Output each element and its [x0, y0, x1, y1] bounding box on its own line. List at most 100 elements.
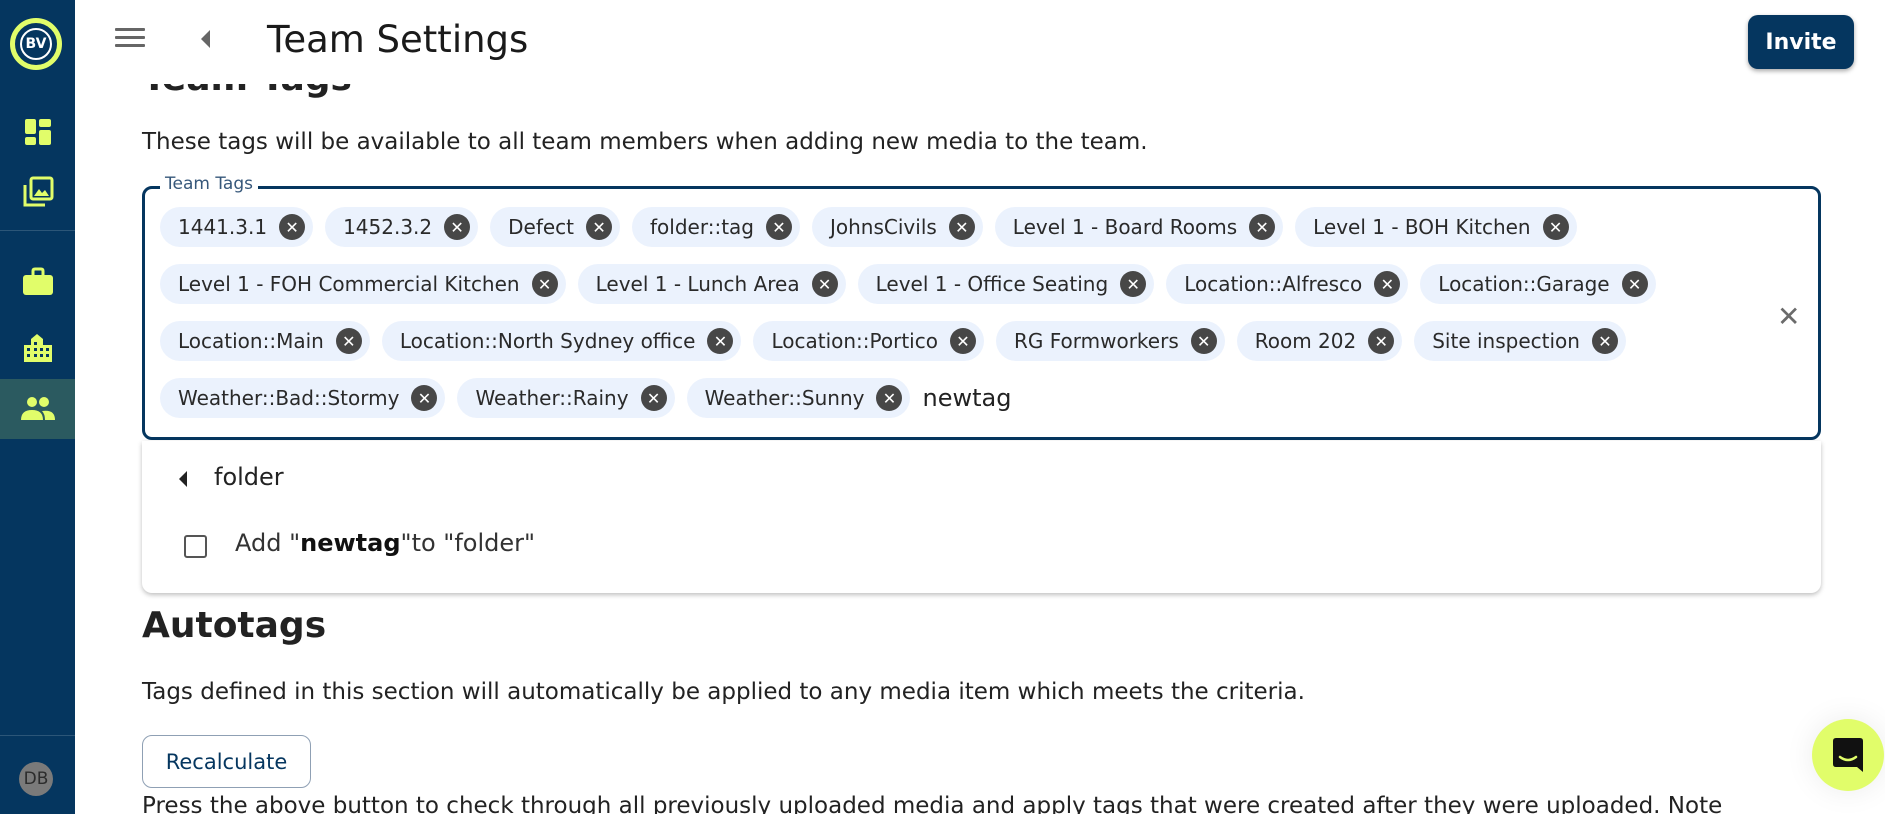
back-arrow-icon[interactable]	[201, 30, 210, 48]
user-avatar[interactable]: DB	[19, 762, 53, 796]
tag-chip-label: Level 1 - Office Seating	[875, 272, 1109, 296]
remove-tag-icon[interactable]: ✕	[876, 385, 903, 411]
tag-chip-label: Location::Portico	[771, 329, 938, 353]
hamburger-menu-icon[interactable]	[115, 28, 145, 54]
remove-tag-icon[interactable]: ✕	[1374, 271, 1401, 297]
remove-tag-icon[interactable]: ✕	[1120, 271, 1147, 297]
tag-chip-list: 1441.3.1 ✕ 1452.3.2 ✕ Defect ✕ folder::tag ✕ Joh…	[160, 207, 1740, 418]
tag-chip-label: Location::Garage	[1438, 272, 1610, 296]
add-to-folder-checkbox[interactable]	[184, 535, 207, 558]
team-tags-field-label: Team Tags	[160, 174, 258, 194]
tag-chip[interactable]: Weather::Bad::Stormy ✕	[160, 378, 446, 418]
tag-chip[interactable]: Level 1 - BOH Kitchen ✕	[1295, 207, 1577, 247]
top-bar: Team Settings Invite	[75, 0, 1885, 84]
remove-tag-icon[interactable]: ✕	[531, 271, 558, 297]
sidebar-item-organisation[interactable]	[0, 318, 75, 378]
remove-tag-icon[interactable]: ✕	[1621, 271, 1648, 297]
tag-chip-label: Room 202	[1254, 329, 1357, 353]
tag-chip[interactable]: Level 1 - FOH Commercial Kitchen ✕	[160, 264, 566, 304]
remove-tag-icon[interactable]: ✕	[444, 214, 471, 240]
tag-chip[interactable]: Location::Portico ✕	[753, 321, 984, 361]
sidebar-item-media[interactable]	[0, 162, 75, 222]
tag-chip[interactable]: Room 202 ✕	[1236, 321, 1403, 361]
tag-chip[interactable]: Level 1 - Lunch Area ✕	[577, 264, 846, 304]
tag-chip-label: Location::Main	[178, 329, 324, 353]
tag-chip[interactable]: 1452.3.2 ✕	[325, 207, 479, 247]
recalculate-button[interactable]: Recalculate	[142, 735, 311, 788]
remove-tag-icon[interactable]: ✕	[1542, 214, 1569, 240]
tag-chip[interactable]: 1441.3.1 ✕	[160, 207, 314, 247]
tag-chip-label: Site inspection	[1432, 329, 1580, 353]
clear-field-icon[interactable]: ✕	[1777, 300, 1800, 333]
sidebar-item-team[interactable]	[0, 379, 75, 439]
tag-chip-label: 1452.3.2	[343, 215, 433, 239]
add-tag-name: newtag	[300, 529, 401, 557]
sidebar: BV DB	[0, 0, 75, 814]
media-gallery-icon	[23, 176, 53, 207]
tag-chip-label: JohnsCivils	[830, 215, 937, 239]
add-to-folder-option[interactable]: Add "newtag"to "folder"	[235, 529, 535, 557]
folder-name[interactable]: folder	[214, 463, 284, 491]
tag-chip-label: RG Formworkers	[1013, 329, 1179, 353]
tag-chip-label: Weather::Rainy	[475, 386, 629, 410]
remove-tag-icon[interactable]: ✕	[949, 328, 976, 354]
tag-chip[interactable]: Defect ✕	[490, 207, 621, 247]
tag-chip[interactable]: Weather::Sunny ✕	[686, 378, 911, 418]
remove-tag-icon[interactable]: ✕	[766, 214, 792, 240]
recalculate-note: Press the above button to check through …	[142, 793, 1723, 814]
tag-chip-label: folder::tag	[650, 215, 754, 239]
remove-tag-icon[interactable]: ✕	[1249, 214, 1276, 240]
sidebar-divider	[0, 230, 75, 231]
tag-chip[interactable]: Location::Garage ✕	[1420, 264, 1656, 304]
tag-suggestion-dropdown: folder Add "newtag"to "folder"	[142, 441, 1821, 593]
chat-icon	[1833, 738, 1863, 772]
autotags-description: Tags defined in this section will automa…	[142, 679, 1305, 705]
tag-chip-label: Level 1 - BOH Kitchen	[1313, 215, 1531, 239]
tag-chip[interactable]: folder::tag ✕	[632, 207, 800, 247]
tag-chip[interactable]: Weather::Rainy ✕	[457, 378, 675, 418]
remove-tag-icon[interactable]: ✕	[411, 385, 438, 411]
tag-chip[interactable]: Site inspection ✕	[1414, 321, 1626, 361]
remove-tag-icon[interactable]: ✕	[335, 328, 362, 354]
tag-chip[interactable]: RG Formworkers ✕	[995, 321, 1225, 361]
tag-chip[interactable]: Location::Alfresco ✕	[1166, 264, 1409, 304]
tag-chip-label: Location::Alfresco	[1184, 272, 1363, 296]
page-title: Team Settings	[267, 18, 529, 61]
add-prefix: Add "	[235, 529, 301, 557]
invite-button[interactable]: Invite	[1748, 15, 1854, 69]
tag-chip-label: Level 1 - Board Rooms	[1012, 215, 1238, 239]
remove-tag-icon[interactable]: ✕	[707, 328, 734, 354]
remove-tag-icon[interactable]: ✕	[811, 271, 838, 297]
add-suffix: "to "folder"	[400, 529, 536, 557]
tag-input[interactable]	[922, 378, 1123, 418]
tag-chip-label: Weather::Sunny	[704, 386, 865, 410]
remove-tag-icon[interactable]: ✕	[279, 214, 306, 240]
remove-tag-icon[interactable]: ✕	[1190, 328, 1217, 354]
dashboard-icon	[24, 119, 51, 145]
tag-chip-label: Defect	[508, 215, 575, 239]
remove-tag-icon[interactable]: ✕	[948, 214, 975, 240]
logo[interactable]: BV	[10, 18, 62, 70]
tag-chip[interactable]: Level 1 - Board Rooms ✕	[994, 207, 1284, 247]
tag-chip[interactable]: Level 1 - Office Seating ✕	[857, 264, 1155, 304]
remove-tag-icon[interactable]: ✕	[586, 214, 613, 240]
chat-launcher-button[interactable]	[1812, 719, 1884, 791]
logo-text: BV	[20, 28, 52, 60]
sidebar-item-dashboard[interactable]	[0, 102, 75, 162]
tag-chip[interactable]: Location::Main ✕	[160, 321, 370, 361]
tag-chip-label: Location::North Sydney office	[399, 329, 696, 353]
folder-back-icon[interactable]	[179, 471, 187, 487]
briefcase-icon	[22, 267, 53, 295]
team-tags-description: These tags will be available to all team…	[142, 129, 1148, 155]
tag-chip-label: 1441.3.1	[178, 215, 268, 239]
tag-chip-label: Weather::Bad::Stormy	[178, 386, 400, 410]
remove-tag-icon[interactable]: ✕	[1368, 328, 1395, 354]
remove-tag-icon[interactable]: ✕	[1591, 328, 1618, 354]
tag-chip[interactable]: JohnsCivils ✕	[812, 207, 983, 247]
sidebar-divider-bottom	[0, 735, 75, 736]
building-icon	[23, 334, 52, 362]
sidebar-item-projects[interactable]	[0, 252, 75, 312]
remove-tag-icon[interactable]: ✕	[640, 385, 667, 411]
tag-chip[interactable]: Location::North Sydney office ✕	[381, 321, 742, 361]
tag-chip-label: Level 1 - FOH Commercial Kitchen	[178, 272, 520, 296]
